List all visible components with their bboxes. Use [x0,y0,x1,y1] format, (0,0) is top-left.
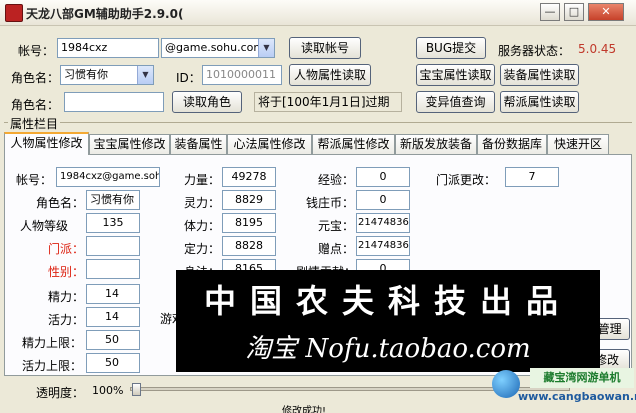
yuanbao-label: 元宝： [318,219,355,233]
account-label: 帐号： [18,44,55,58]
banner-title: 中国农夫科技出品 [203,282,572,320]
group-title: 属性栏目 [8,115,61,132]
vitality-input[interactable]: 14 [86,307,140,327]
chevron-down-icon[interactable]: ▼ [137,66,153,84]
tab-mind-attr[interactable]: 心法属性修改 [227,134,312,154]
account-input[interactable]: 1984cxz [57,38,159,58]
globe-icon [492,370,520,398]
tab-new-equip[interactable]: 新版发放装备 [395,134,477,154]
vitality-max-input[interactable]: 50 [86,353,140,373]
focus-label: 定力： [184,242,221,256]
domain-value: @game.sohu.com [165,41,265,54]
tab-role-attr[interactable]: 人物属性修改 [4,132,89,155]
gender-input[interactable] [86,259,140,279]
read-account-button[interactable]: 读取帐号 [289,37,361,59]
sect-change-input[interactable]: 7 [505,167,559,187]
sect-label: 门派： [48,242,85,256]
transparency-value: 100% [92,384,124,397]
energy-max-input[interactable]: 50 [86,330,140,350]
expire-info: 将于[100年1月1日]过期 [254,92,402,112]
exp-label: 经验： [318,173,355,187]
app-icon [5,4,23,22]
read-equip-attr-button[interactable]: 装备属性读取 [500,64,579,86]
variant-query-button[interactable]: 变异值查询 [416,91,495,113]
watermark-url: www.cangbaowan.net [518,390,636,403]
energy-max-label: 精力上限： [22,336,83,350]
level-label: 人物等级 [20,219,69,233]
strength-input[interactable]: 49278 [222,167,276,187]
tab-guild-attr[interactable]: 帮派属性修改 [312,134,395,154]
constitution-label: 体力： [184,219,221,233]
bank-label: 钱庄币： [306,196,355,210]
spirit-label: 灵力： [184,196,221,210]
tab-quick-server[interactable]: 快速开区 [547,134,609,154]
read-role-attr-button[interactable]: 人物属性读取 [289,64,371,86]
group-divider [4,122,632,123]
read-pet-attr-button[interactable]: 宝宝属性读取 [416,64,495,86]
yuanbao-input[interactable]: 214748364 [356,213,410,233]
read-role-button[interactable]: 读取角色 [172,91,242,113]
bonus-input[interactable]: 214748364 [356,236,410,256]
watermark-title: 藏宝湾网游单机 [530,368,634,388]
spirit-input[interactable]: 8829 [222,190,276,210]
server-status-label: 服务器状态： [498,44,571,58]
strength-label: 力量： [184,173,221,187]
role-name2-label: 角色名： [11,98,60,112]
window-title: 天龙八部GM辅助助手2.9.0( [26,7,184,21]
bank-input[interactable]: 0 [356,190,410,210]
role-name-input[interactable] [64,92,164,112]
level-input[interactable]: 135 [86,213,140,233]
banner-url: 淘宝 Nofu.taobao.com [245,334,531,364]
gender-label: 性别： [48,265,85,279]
sect-change-label: 门派更改： [436,173,497,187]
bonus-label: 赠点： [318,242,355,256]
footer-status-text: 修改成功! [282,406,327,413]
role-name-label: 角色名： [11,71,60,85]
maximize-button[interactable]: □ [564,3,584,21]
focus-input[interactable]: 8828 [222,236,276,256]
chevron-down-icon[interactable]: ▼ [258,39,274,57]
char-role-input[interactable]: 习惯有你 [86,190,140,210]
id-field: 1010000011 [202,65,282,85]
exp-input[interactable]: 0 [356,167,410,187]
tab-equip-attr[interactable]: 装备属性 [170,134,227,154]
tab-backup-db[interactable]: 备份数据库 [477,134,547,154]
bug-submit-button[interactable]: BUG提交 [416,37,486,59]
constitution-input[interactable]: 8195 [222,213,276,233]
role-value: 习惯有你 [64,68,108,81]
read-guild-attr-button[interactable]: 帮派属性读取 [500,91,579,113]
tab-pet-attr[interactable]: 宝宝属性修改 [89,134,170,154]
vitality-max-label: 活力上限： [22,359,83,373]
sect-input[interactable] [86,236,140,256]
minimize-button[interactable]: — [540,3,560,21]
energy-input[interactable]: 14 [86,284,140,304]
energy-label: 精力： [48,290,85,304]
char-account-input[interactable]: 1984cxz@game.sohu [56,167,160,187]
close-button[interactable]: ✕ [588,3,624,21]
transparency-label: 透明度： [36,386,85,400]
server-version: 5.0.45 [578,42,617,56]
char-role-label: 角色名： [36,196,85,210]
char-account-label: 帐号： [16,173,53,187]
slider-thumb[interactable] [132,383,141,396]
vitality-label: 活力： [48,313,85,327]
id-label: ID： [176,71,201,85]
